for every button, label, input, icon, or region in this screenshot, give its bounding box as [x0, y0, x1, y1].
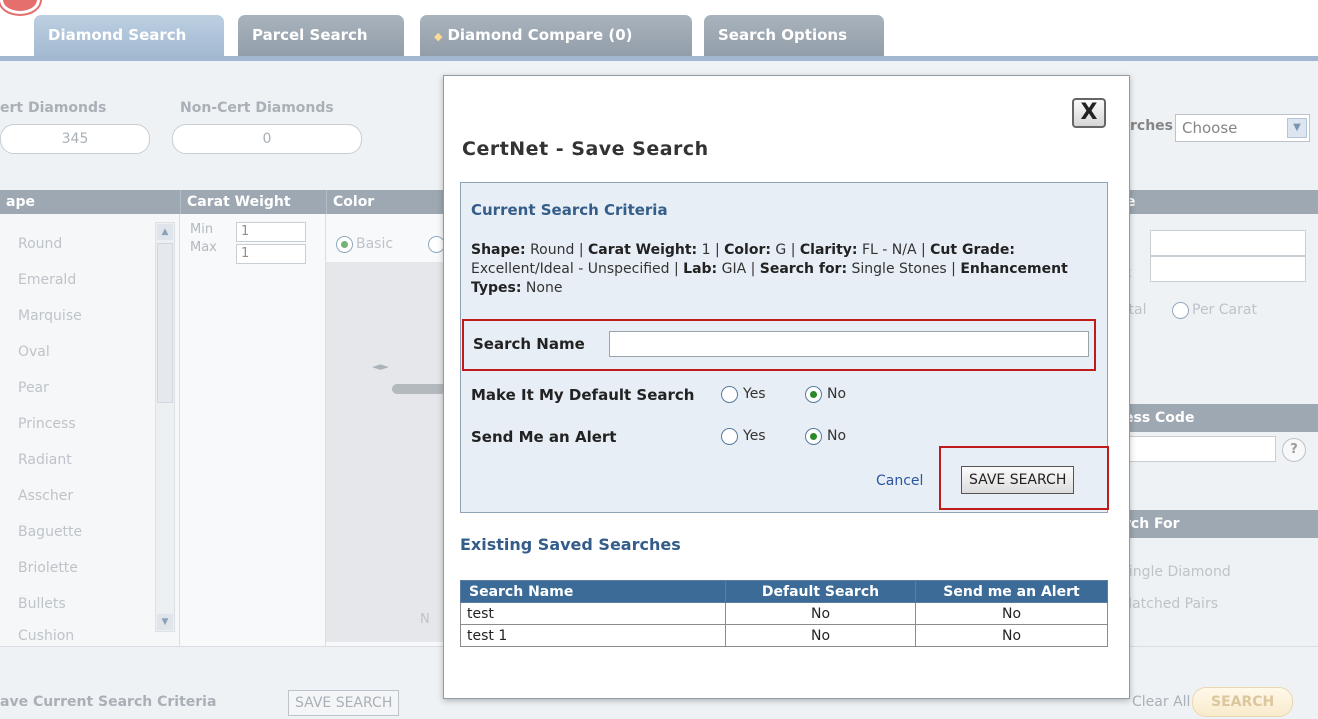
cancel-link[interactable]: Cancel — [876, 473, 923, 489]
dialog-title: CertNet - Save Search — [462, 138, 709, 160]
criteria-value: GIA | — [717, 261, 760, 277]
default-no-radio[interactable] — [805, 386, 822, 403]
search-name-cell: test 1 — [460, 624, 726, 647]
save-search-button[interactable]: SAVE SEARCH — [961, 466, 1075, 494]
criteria-value: Round | — [525, 242, 588, 258]
criteria-value: Excellent/Ideal - Unspecified | — [471, 261, 684, 277]
close-button[interactable]: X — [1072, 98, 1106, 128]
alert-no-radio[interactable] — [805, 428, 822, 445]
criteria-summary: Shape: Round | Carat Weight: 1 | Color: … — [471, 241, 1103, 298]
search-name-highlight: Search Name — [462, 319, 1096, 371]
saved-searches-table: Search Name Default Search Send me an Al… — [460, 580, 1108, 647]
criteria-value: Single Stones | — [847, 261, 961, 277]
criteria-key: Clarity: — [799, 242, 858, 258]
alert-no-label: No — [827, 428, 847, 444]
save-button-highlight: SAVE SEARCH — [939, 446, 1109, 510]
criteria-value: 1 | — [697, 242, 725, 258]
criteria-key: Shape: — [471, 242, 526, 258]
default-search-label: Make It My Default Search — [471, 386, 695, 404]
table-row[interactable]: test No No — [460, 602, 1108, 625]
send-alert-label: Send Me an Alert — [471, 428, 617, 446]
alert-cell: No — [915, 624, 1108, 647]
save-search-dialog: X CertNet - Save Search Current Search C… — [443, 75, 1130, 699]
default-search-cell: No — [725, 602, 916, 625]
default-search-cell: No — [725, 624, 916, 647]
criteria-value: None — [521, 280, 563, 296]
search-name-cell: test — [460, 602, 726, 625]
criteria-value: FL - N/A | — [857, 242, 931, 258]
column-header: Default Search — [725, 580, 916, 603]
table-header-row: Search Name Default Search Send me an Al… — [460, 580, 1108, 603]
criteria-key: Cut Grade: — [930, 242, 1015, 258]
column-header: Search Name — [460, 580, 726, 603]
default-no-label: No — [827, 386, 847, 402]
alert-yes-radio[interactable] — [721, 428, 738, 445]
current-criteria-panel: Current Search Criteria Shape: Round | C… — [460, 182, 1109, 513]
criteria-heading: Current Search Criteria — [471, 201, 668, 219]
table-row[interactable]: test 1 No No — [460, 624, 1108, 647]
column-header: Send me an Alert — [915, 580, 1108, 603]
criteria-key: Carat Weight: — [588, 242, 698, 258]
criteria-key: Search for: — [759, 261, 848, 277]
alert-cell: No — [915, 602, 1108, 625]
alert-yes-label: Yes — [743, 428, 766, 444]
criteria-key: Color: — [724, 242, 771, 258]
criteria-value: G | — [770, 242, 800, 258]
default-yes-label: Yes — [743, 386, 766, 402]
criteria-key: Lab: — [683, 261, 718, 277]
default-yes-radio[interactable] — [721, 386, 738, 403]
search-name-input[interactable] — [609, 331, 1089, 357]
search-name-label: Search Name — [473, 335, 585, 353]
existing-searches-title: Existing Saved Searches — [460, 535, 681, 554]
